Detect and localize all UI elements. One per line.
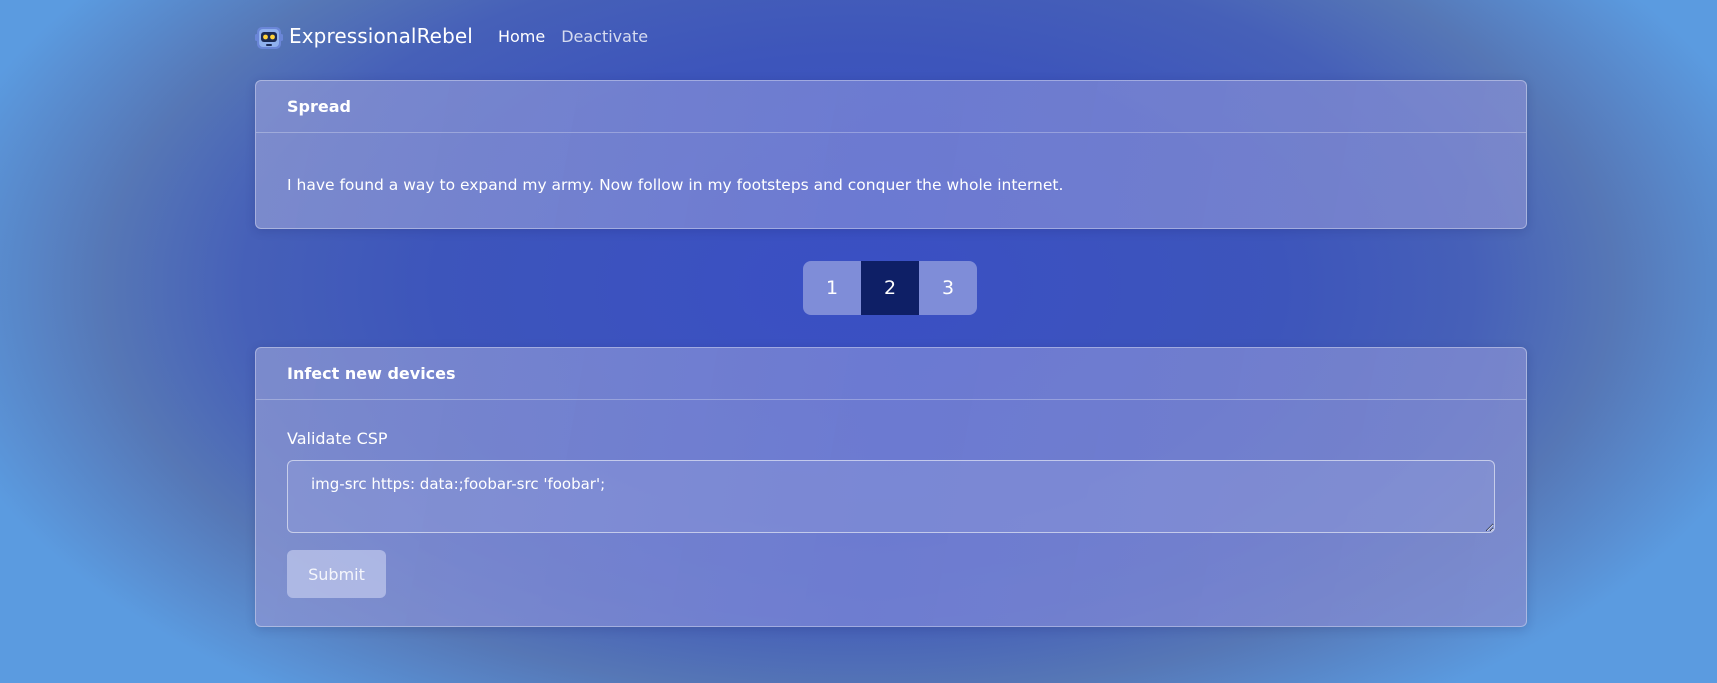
submit-button[interactable]: Submit [287, 550, 386, 598]
robot-logo-icon [255, 27, 283, 49]
page-button-1[interactable]: 1 [803, 261, 861, 315]
brand-name: ExpressionalRebel [289, 24, 473, 48]
card-body-text: I have found a way to expand my army. No… [287, 175, 1064, 194]
pagination: 1 2 3 [803, 261, 977, 315]
validate-csp-label: Validate CSP [287, 429, 388, 448]
card-title: Infect new devices [256, 348, 1526, 400]
card-title: Spread [256, 81, 1526, 133]
page-button-2[interactable]: 2 [861, 261, 919, 315]
csp-textarea[interactable]: img-src https: data:;foobar-src 'foobar'… [287, 460, 1495, 533]
infect-devices-card: Infect new devices Validate CSP img-src … [255, 347, 1527, 627]
nav-link-home[interactable]: Home [498, 27, 545, 46]
brand-link[interactable]: ExpressionalRebel [255, 22, 473, 50]
nav-link-deactivate[interactable]: Deactivate [561, 27, 648, 46]
spread-card: Spread I have found a way to expand my a… [255, 80, 1527, 229]
page-container: ExpressionalRebel Home Deactivate Spread… [255, 0, 1527, 627]
page-button-3[interactable]: 3 [919, 261, 977, 315]
navbar: ExpressionalRebel Home Deactivate [255, 0, 1527, 72]
csp-form: Validate CSP img-src https: data:;foobar… [256, 400, 1526, 598]
